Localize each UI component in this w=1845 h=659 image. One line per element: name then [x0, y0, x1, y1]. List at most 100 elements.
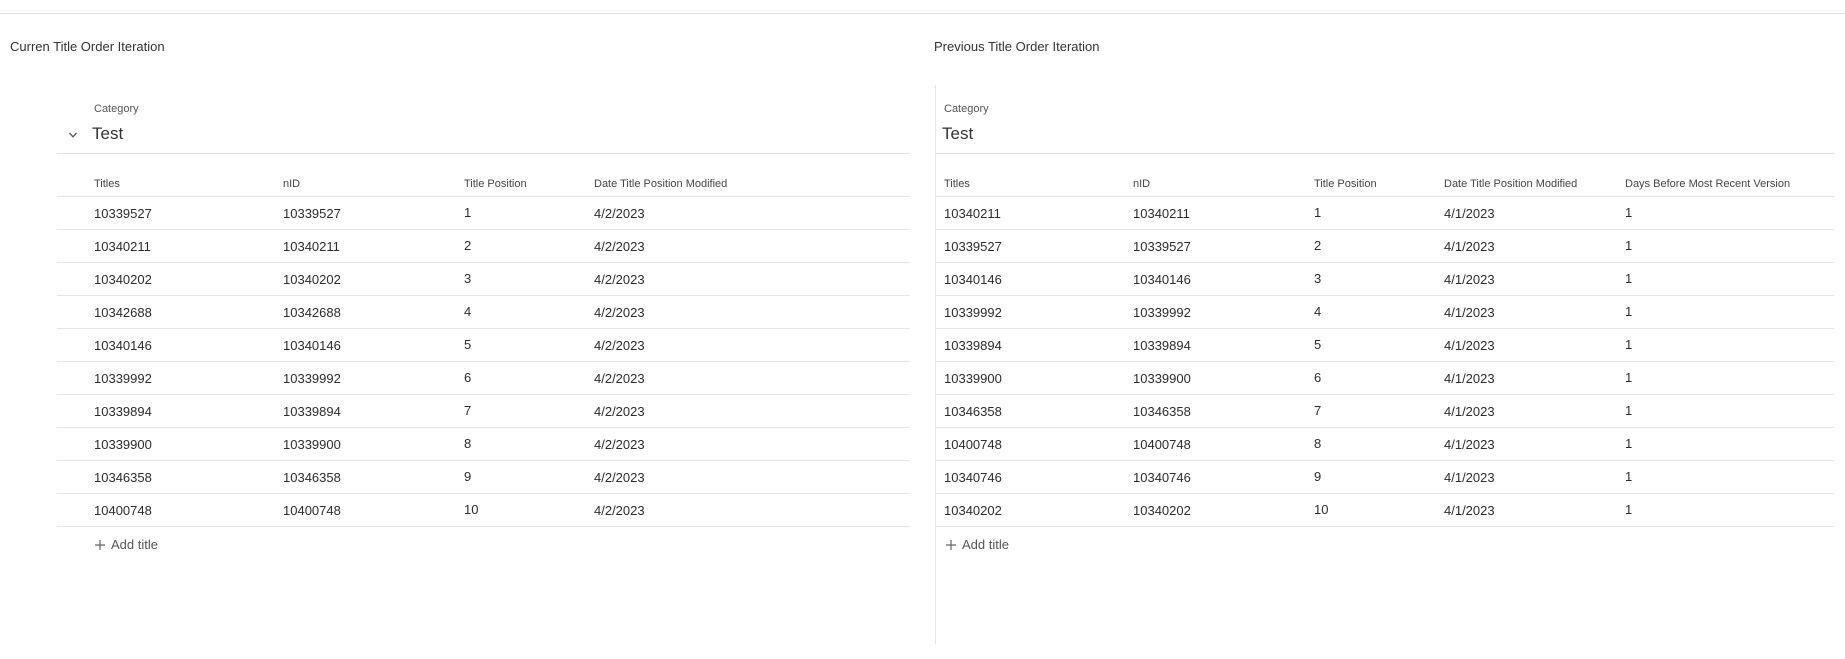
- table-row[interactable]: 10340202 10340202 10 4/1/2023 1: [936, 493, 1834, 527]
- table-row[interactable]: 10339992 10339992 6 4/2/2023: [57, 361, 910, 395]
- date-cell[interactable]: 4/2/2023: [594, 361, 910, 395]
- position-cell[interactable]: 4: [464, 295, 594, 329]
- position-cell[interactable]: 10: [1314, 493, 1444, 527]
- add-title-button[interactable]: Add title: [945, 537, 1009, 552]
- date-cell[interactable]: 4/1/2023: [1444, 229, 1625, 263]
- date-cell[interactable]: 4/1/2023: [1444, 295, 1625, 329]
- table-row[interactable]: 10339900 10339900 6 4/1/2023 1: [936, 361, 1834, 395]
- days-cell[interactable]: 1: [1625, 493, 1834, 527]
- title-cell[interactable]: 10339527: [94, 196, 283, 230]
- add-title-button[interactable]: Add title: [94, 537, 158, 552]
- position-cell[interactable]: 8: [464, 427, 594, 461]
- days-cell[interactable]: 1: [1625, 262, 1834, 296]
- position-cell[interactable]: 10: [464, 493, 594, 527]
- table-row[interactable]: 10339527 10339527 1 4/2/2023: [57, 196, 910, 230]
- table-row[interactable]: 10339992 10339992 4 4/1/2023 1: [936, 295, 1834, 329]
- nid-cell[interactable]: 10342688: [283, 295, 464, 329]
- position-cell[interactable]: 3: [1314, 262, 1444, 296]
- days-cell[interactable]: 1: [1625, 295, 1834, 329]
- position-cell[interactable]: 2: [1314, 229, 1444, 263]
- nid-cell[interactable]: 10400748: [283, 493, 464, 527]
- nid-cell[interactable]: 10340211: [283, 229, 464, 263]
- table-row[interactable]: 10339894 10339894 7 4/2/2023: [57, 394, 910, 428]
- title-cell[interactable]: 10346358: [94, 460, 283, 494]
- position-cell[interactable]: 9: [1314, 460, 1444, 494]
- nid-cell[interactable]: 10339527: [1133, 229, 1314, 263]
- nid-cell[interactable]: 10346358: [1133, 394, 1314, 428]
- title-cell[interactable]: 10340211: [944, 196, 1133, 230]
- position-cell[interactable]: 8: [1314, 427, 1444, 461]
- nid-cell[interactable]: 10346358: [283, 460, 464, 494]
- nid-cell[interactable]: 10339992: [1133, 295, 1314, 329]
- table-row[interactable]: 10340146 10340146 5 4/2/2023: [57, 328, 910, 362]
- nid-cell[interactable]: 10340146: [1133, 262, 1314, 296]
- date-cell[interactable]: 4/2/2023: [594, 427, 910, 461]
- days-cell[interactable]: 1: [1625, 460, 1834, 494]
- column-header[interactable]: Titles: [94, 172, 283, 197]
- date-cell[interactable]: 4/1/2023: [1444, 328, 1625, 362]
- days-cell[interactable]: 1: [1625, 427, 1834, 461]
- nid-cell[interactable]: 10340202: [283, 262, 464, 296]
- nid-cell[interactable]: 10339894: [283, 394, 464, 428]
- nid-cell[interactable]: 10340146: [283, 328, 464, 362]
- table-row[interactable]: 10346358 10346358 9 4/2/2023: [57, 460, 910, 494]
- date-cell[interactable]: 4/1/2023: [1444, 361, 1625, 395]
- column-header[interactable]: Date Title Position Modified: [1444, 172, 1625, 197]
- title-cell[interactable]: 10339894: [94, 394, 283, 428]
- title-cell[interactable]: 10346358: [944, 394, 1133, 428]
- nid-cell[interactable]: 10340746: [1133, 460, 1314, 494]
- days-cell[interactable]: 1: [1625, 196, 1834, 230]
- date-cell[interactable]: 4/1/2023: [1444, 427, 1625, 461]
- title-cell[interactable]: 10339900: [944, 361, 1133, 395]
- title-cell[interactable]: 10400748: [94, 493, 283, 527]
- title-cell[interactable]: 10340202: [944, 493, 1133, 527]
- table-row[interactable]: 10339894 10339894 5 4/1/2023 1: [936, 328, 1834, 362]
- table-row[interactable]: 10340211 10340211 1 4/1/2023 1: [936, 196, 1834, 230]
- title-cell[interactable]: 10339527: [944, 229, 1133, 263]
- date-cell[interactable]: 4/2/2023: [594, 196, 910, 230]
- date-cell[interactable]: 4/2/2023: [594, 394, 910, 428]
- table-row[interactable]: 10339527 10339527 2 4/1/2023 1: [936, 229, 1834, 263]
- column-header[interactable]: Title Position: [464, 172, 594, 197]
- title-cell[interactable]: 10339900: [94, 427, 283, 461]
- date-cell[interactable]: 4/2/2023: [594, 493, 910, 527]
- title-cell[interactable]: 10339992: [94, 361, 283, 395]
- date-cell[interactable]: 4/1/2023: [1444, 460, 1625, 494]
- title-cell[interactable]: 10340211: [94, 229, 283, 263]
- column-header[interactable]: nID: [1133, 172, 1314, 197]
- position-cell[interactable]: 3: [464, 262, 594, 296]
- position-cell[interactable]: 5: [1314, 328, 1444, 362]
- table-row[interactable]: 10339900 10339900 8 4/2/2023: [57, 427, 910, 461]
- title-cell[interactable]: 10340202: [94, 262, 283, 296]
- position-cell[interactable]: 2: [464, 229, 594, 263]
- position-cell[interactable]: 7: [1314, 394, 1444, 428]
- nid-cell[interactable]: 10339900: [1133, 361, 1314, 395]
- title-cell[interactable]: 10340146: [944, 262, 1133, 296]
- title-cell[interactable]: 10339894: [944, 328, 1133, 362]
- nid-cell[interactable]: 10339894: [1133, 328, 1314, 362]
- position-cell[interactable]: 7: [464, 394, 594, 428]
- column-header[interactable]: Title Position: [1314, 172, 1444, 197]
- position-cell[interactable]: 6: [464, 361, 594, 395]
- table-row[interactable]: 10340211 10340211 2 4/2/2023: [57, 229, 910, 263]
- position-cell[interactable]: 1: [464, 196, 594, 230]
- nid-cell[interactable]: 10340211: [1133, 196, 1314, 230]
- position-cell[interactable]: 5: [464, 328, 594, 362]
- column-header[interactable]: Titles: [944, 172, 1133, 197]
- date-cell[interactable]: 4/2/2023: [594, 460, 910, 494]
- days-cell[interactable]: 1: [1625, 394, 1834, 428]
- nid-cell[interactable]: 10400748: [1133, 427, 1314, 461]
- date-cell[interactable]: 4/2/2023: [594, 295, 910, 329]
- column-header[interactable]: Date Title Position Modified: [594, 172, 910, 197]
- nid-cell[interactable]: 10339900: [283, 427, 464, 461]
- table-row[interactable]: 10346358 10346358 7 4/1/2023 1: [936, 394, 1834, 428]
- position-cell[interactable]: 6: [1314, 361, 1444, 395]
- title-cell[interactable]: 10340746: [944, 460, 1133, 494]
- nid-cell[interactable]: 10340202: [1133, 493, 1314, 527]
- table-row[interactable]: 10342688 10342688 4 4/2/2023: [57, 295, 910, 329]
- column-header[interactable]: nID: [283, 172, 464, 197]
- days-cell[interactable]: 1: [1625, 328, 1834, 362]
- nid-cell[interactable]: 10339992: [283, 361, 464, 395]
- table-row[interactable]: 10340746 10340746 9 4/1/2023 1: [936, 460, 1834, 494]
- title-cell[interactable]: 10340146: [94, 328, 283, 362]
